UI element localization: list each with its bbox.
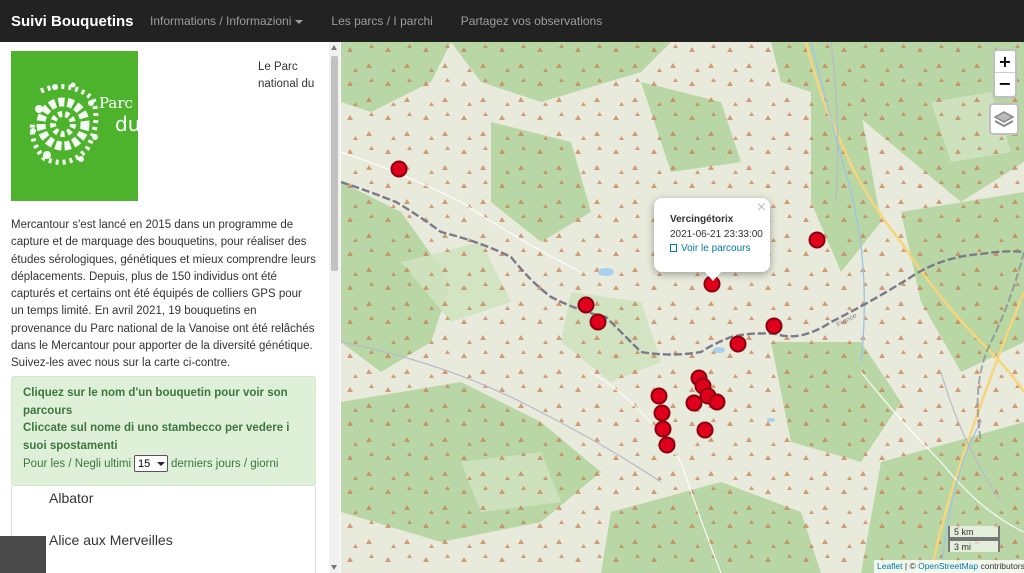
ibex-marker[interactable] bbox=[729, 335, 747, 353]
floating-button[interactable] bbox=[0, 536, 46, 573]
scroll-down-icon[interactable] bbox=[331, 565, 337, 570]
instruction-panel: Cliquez sur le nom d'un bouquetin pour v… bbox=[11, 376, 316, 486]
days-filter: Pour les / Negli ultimi 15 derniers jour… bbox=[23, 455, 278, 472]
scale-bar: 5 km 3 mi bbox=[948, 526, 1000, 552]
map-tiles: France bbox=[341, 42, 1024, 573]
ibex-item-alice[interactable]: Alice aux Merveilles bbox=[49, 532, 173, 548]
zoom-control: + − bbox=[993, 49, 1017, 98]
ibex-marker[interactable] bbox=[685, 394, 703, 412]
days-select-value: 15 bbox=[138, 457, 151, 470]
leaflet-link[interactable]: Leaflet bbox=[877, 561, 903, 571]
zoom-in-button[interactable]: + bbox=[995, 51, 1015, 73]
layers-icon bbox=[993, 111, 1015, 128]
map-view[interactable]: France + − × Vercingétorix 2021-06-21 23… bbox=[341, 42, 1024, 573]
ibex-marker[interactable] bbox=[390, 160, 408, 178]
popup-tip bbox=[704, 271, 722, 281]
instruction-fr: Cliquez sur le nom d'un bouquetin pour v… bbox=[23, 387, 288, 417]
ibex-marker[interactable] bbox=[765, 317, 783, 335]
layers-button[interactable] bbox=[989, 103, 1019, 135]
popup-close-button[interactable]: × bbox=[756, 200, 767, 215]
attribution-suffix: contributors bbox=[978, 561, 1024, 571]
popup-view-track-link[interactable]: Voir le parcours bbox=[670, 243, 750, 254]
days-suffix: derniers jours / giorni bbox=[171, 457, 279, 470]
osm-link[interactable]: OpenStreetMap bbox=[918, 561, 978, 571]
attribution-separator: | © bbox=[902, 561, 919, 571]
nav-informations-label: Informations / Informazioni bbox=[150, 14, 292, 28]
ibex-item-albator[interactable]: Albator bbox=[49, 490, 93, 506]
scrollbar-thumb[interactable] bbox=[331, 56, 338, 271]
popup-timestamp: 2021-06-21 23:33:00 bbox=[670, 229, 763, 240]
map-attribution: Leaflet | © OpenStreetMap contributors bbox=[874, 560, 1024, 573]
days-select[interactable]: 15 bbox=[134, 455, 169, 472]
sidebar: Parc national du Mercantour Le Parc nati… bbox=[0, 42, 340, 573]
zoom-out-button[interactable]: − bbox=[995, 73, 1015, 95]
scale-mi: 3 mi bbox=[948, 539, 1000, 552]
brand-link[interactable]: Suivi Bouquetins bbox=[0, 13, 150, 30]
panel-instructions: Cliquez sur le nom d'un bouquetin pour v… bbox=[23, 385, 308, 455]
instruction-it: Cliccate sul nome di uno stambecco per v… bbox=[23, 422, 290, 452]
ibex-marker[interactable] bbox=[650, 387, 668, 405]
ibex-marker[interactable] bbox=[808, 231, 826, 249]
ibex-marker[interactable] bbox=[654, 420, 672, 438]
ibex-marker[interactable] bbox=[708, 393, 726, 411]
intro-paragraph: Le Parc national du Mercantour s'est lan… bbox=[11, 59, 316, 373]
chevron-down-icon bbox=[157, 461, 166, 466]
sidebar-scrollbar[interactable] bbox=[329, 42, 340, 573]
ibex-marker[interactable] bbox=[696, 421, 714, 439]
days-prefix: Pour les / Negli ultimi bbox=[23, 457, 132, 470]
popup-ibex-name: Vercingétorix bbox=[670, 214, 734, 225]
nav-observations[interactable]: Partagez vos observations bbox=[461, 14, 602, 28]
nav-informations-dropdown[interactable]: Informations / Informazioni bbox=[150, 14, 304, 28]
ibex-marker[interactable] bbox=[658, 436, 676, 454]
popup-link-label: Voir le parcours bbox=[681, 243, 751, 254]
top-navbar: Suivi Bouquetins Informations / Informaz… bbox=[0, 0, 1024, 42]
ibex-marker[interactable] bbox=[589, 313, 607, 331]
ibex-marker[interactable] bbox=[577, 296, 595, 314]
scale-km: 5 km bbox=[948, 526, 1000, 539]
marker-popup: × Vercingétorix 2021-06-21 23:33:00 Voir… bbox=[654, 198, 770, 272]
document-icon bbox=[670, 244, 677, 252]
ibex-list: Albator Alice aux Merveilles bbox=[11, 486, 316, 573]
nav-parcs[interactable]: Les parcs / I parchi bbox=[331, 14, 432, 28]
ibex-marker[interactable] bbox=[653, 404, 671, 422]
scroll-up-icon[interactable] bbox=[331, 45, 337, 50]
caret-down-icon bbox=[295, 19, 304, 24]
